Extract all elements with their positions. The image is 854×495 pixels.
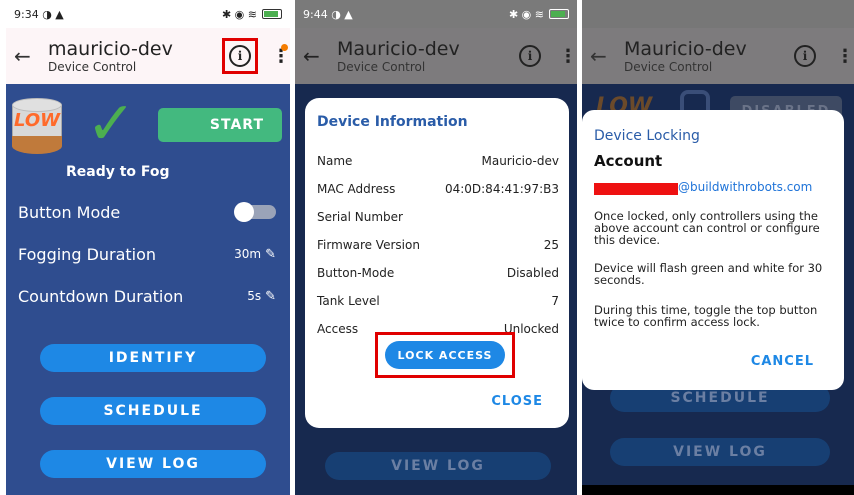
redacted-email-bar [594,183,678,195]
countdown-duration-value: 5s [247,289,262,303]
fogging-duration-label: Fogging Duration [18,244,157,264]
notification-icons: ◑ ▲ [42,7,64,21]
status-bar: 9:34 ◑ ▲ ✱ ◉ ≋ [6,0,290,28]
notification-dot [281,43,288,51]
app-bar: ← Mauricio-dev Device Control i ⋮ [582,28,854,84]
lock-access-button[interactable]: LOCK ACCESS [385,341,505,369]
start-button[interactable]: START [158,108,282,142]
page-subtitle: Device Control [624,60,713,74]
battery-icon [549,9,569,19]
view-log-button[interactable]: VIEW LOG [40,450,266,478]
clock: 9:34 [14,7,39,21]
ready-status: Ready to Fog [66,164,170,180]
page-title: Mauricio-dev [624,38,747,60]
info-icon[interactable]: i [794,45,816,67]
more-menu-icon[interactable]: ⋮ [559,46,577,67]
back-arrow-icon[interactable]: ← [14,44,48,68]
system-icons: ✱ ◉ ≋ [221,7,257,21]
page-title: Mauricio-dev [337,38,460,60]
page-subtitle: Device Control [48,60,137,74]
close-button[interactable]: CLOSE [491,394,543,409]
info-row-button-mode: Button-Mode Disabled [317,266,559,280]
lock-info-paragraph: Once locked, only controllers using the … [594,209,820,247]
flash-info-paragraph: Device will flash green and white for 30… [594,261,823,287]
schedule-button[interactable]: SCHEDULE [40,397,266,425]
confirm-info-paragraph: During this time, toggle the top button … [594,303,818,329]
button-mode-row: Button Mode [18,198,276,226]
dialog-title: Device Information [317,114,468,130]
device-information-dialog: Device Information Name Mauricio-dev MAC … [305,98,569,428]
fogging-duration-value: 30m [234,247,262,261]
more-menu-icon[interactable]: ⋮ [836,46,854,67]
phone-screen-device-control: 9:34 ◑ ▲ ✱ ◉ ≋ ← mauricio-dev Device Con… [6,0,290,495]
edit-pencil-icon[interactable]: ✎ [265,247,276,262]
more-menu-icon[interactable]: ⋮ [272,43,290,67]
info-row-firmware: Firmware Version 25 [317,238,559,252]
fogging-duration-row[interactable]: Fogging Duration 30m ✎ [18,240,276,268]
info-row-serial: Serial Number [317,210,403,224]
clock: 9:44 [303,7,328,21]
navigation-bar [582,485,854,495]
system-icons: ✱ ◉ ≋ [508,7,544,21]
view-log-button: VIEW LOG [325,452,551,480]
identify-button[interactable]: IDENTIFY [40,344,266,372]
button-mode-label: Button Mode [18,202,121,222]
view-log-button: VIEW LOG [610,438,830,466]
info-row-tank-level: Tank Level 7 [317,294,559,308]
account-label: Account [594,152,663,170]
checkmark-icon: ✓ [86,89,137,159]
countdown-duration-label: Countdown Duration [18,286,184,306]
tank-level-label: LOW [14,110,60,131]
back-arrow-icon[interactable]: ← [590,44,624,68]
info-icon[interactable]: i [229,45,251,67]
dialog-title: Device Locking [594,128,700,144]
info-highlight-box: i [222,38,258,74]
account-email: @buildwithrobots.com [678,180,813,194]
cancel-button[interactable]: CANCEL [751,354,814,369]
phone-screen-device-info: 9:44 ◑ ▲ ✱ ◉ ≋ ← Mauricio-dev Device Con… [295,0,577,495]
countdown-duration-row[interactable]: Countdown Duration 5s ✎ [18,282,276,310]
battery-icon [262,9,282,19]
info-row-mac: MAC Address 04:0D:84:41:97:B3 [317,182,559,196]
page-title: mauricio-dev [48,38,173,60]
phone-screen-device-locking: ← Mauricio-dev Device Control i ⋮ LOW DI… [582,0,854,495]
status-bar [582,0,854,28]
device-control-body: LOW ✓ START Ready to Fog Button Mode Fog… [6,84,290,495]
page-subtitle: Device Control [337,60,426,74]
tank-level-icon: LOW [12,98,62,154]
app-bar: ← mauricio-dev Device Control i ⋮ [6,28,290,84]
info-row-name: Name Mauricio-dev [317,154,559,168]
button-mode-toggle[interactable] [234,202,276,222]
app-bar: ← Mauricio-dev Device Control i ⋮ [295,28,577,84]
edit-pencil-icon[interactable]: ✎ [265,289,276,304]
status-bar: 9:44 ◑ ▲ ✱ ◉ ≋ [295,0,577,28]
device-locking-dialog: Device Locking Account @buildwithrobots.… [582,110,844,390]
notification-icons: ◑ ▲ [331,7,353,21]
info-icon[interactable]: i [519,45,541,67]
back-arrow-icon[interactable]: ← [303,44,337,68]
